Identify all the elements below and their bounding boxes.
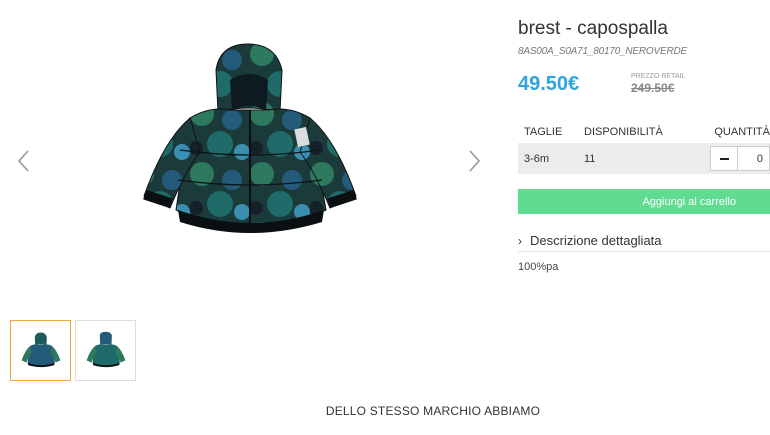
add-to-cart-button[interactable]: Aggiungi al carrello <box>518 189 770 214</box>
prev-image-button[interactable] <box>14 147 34 175</box>
thumbnail-image <box>21 331 60 367</box>
description-toggle[interactable]: › Descrizione dettagliata <box>518 230 770 252</box>
product-title: brest - capospalla <box>518 18 668 39</box>
chevron-right-icon <box>469 150 481 172</box>
row-availability: 11 <box>584 152 596 165</box>
retail-price: 249.50€ <box>631 81 675 95</box>
chevron-right-icon: › <box>518 233 522 248</box>
thumbnail-image <box>86 331 125 367</box>
sizes-table-header: TAGLIE DISPONIBILITÀ QUANTITÀ <box>518 120 770 143</box>
thumbnail-front[interactable] <box>10 320 71 381</box>
description-toggle-label: Descrizione dettagliata <box>530 233 662 248</box>
minus-icon <box>719 157 729 160</box>
row-size: 3-6m <box>524 152 550 165</box>
quantity-input[interactable] <box>738 146 770 171</box>
header-quantity: QUANTITÀ <box>714 125 770 138</box>
same-brand-heading: DELLO STESSO MARCHIO ABBIAMO <box>325 404 541 418</box>
retail-price-label: PREZZO RETAIL <box>631 73 686 80</box>
product-gallery <box>0 0 500 300</box>
header-availability: DISPONIBILITÀ <box>584 125 663 138</box>
next-image-button[interactable] <box>464 147 484 175</box>
chevron-left-icon <box>17 150 29 172</box>
product-image <box>143 43 357 233</box>
table-row: 3-6m 11 <box>518 143 770 174</box>
sizes-table: TAGLIE DISPONIBILITÀ QUANTITÀ 3-6m 11 <box>518 120 770 174</box>
decrease-quantity-button[interactable] <box>710 146 738 171</box>
product-price: 49.50€ <box>518 73 580 95</box>
thumbnail-strip <box>10 320 136 381</box>
thumbnail-back[interactable] <box>75 320 136 381</box>
quantity-stepper <box>710 146 770 171</box>
header-size: TAGLIE <box>524 125 563 138</box>
product-sku: 8AS00A_S0A71_80170_NEROVERDE <box>518 46 687 57</box>
description-text: 100%pa <box>518 261 559 273</box>
